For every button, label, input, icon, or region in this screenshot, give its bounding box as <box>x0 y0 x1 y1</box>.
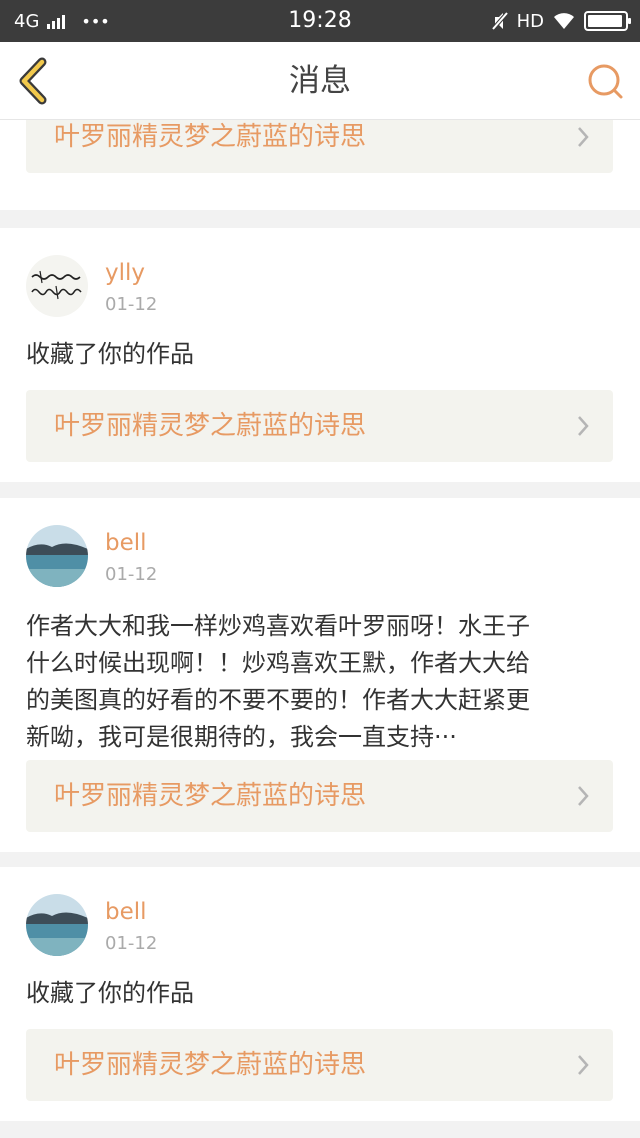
message-card: bell 01-12 收藏了你的作品 叶罗丽精灵梦之蔚蓝的诗思 <box>0 867 640 1121</box>
calligraphy-avatar-image <box>26 255 88 317</box>
landscape-avatar-image <box>26 525 88 587</box>
back-button[interactable] <box>14 56 54 106</box>
message-line: 的美图真的好看的不要不要的！作者大大赶紧更 <box>26 686 530 714</box>
status-bar: 4G ••• 19:28 HD <box>0 0 640 42</box>
wifi-icon <box>554 13 574 29</box>
work-link[interactable]: 叶罗丽精灵梦之蔚蓝的诗思 <box>26 1029 613 1101</box>
work-title: 叶罗丽精灵梦之蔚蓝的诗思 <box>54 1050 367 1080</box>
message-line: 作者大大和我一样炒鸡喜欢看叶罗丽呀！水王子 <box>26 612 530 640</box>
back-chevron-icon <box>19 57 47 105</box>
search-icon <box>588 64 623 99</box>
battery-level <box>588 15 623 27</box>
chevron-right-icon <box>578 786 589 806</box>
chevron-right-icon <box>578 1055 589 1075</box>
work-link[interactable]: 叶罗丽精灵梦之蔚蓝的诗思 <box>26 760 613 832</box>
message-card: bell 01-12 作者大大和我一样炒鸡喜欢看叶罗丽呀！水王子 什么时候出现啊… <box>0 498 640 852</box>
message-card: 叶罗丽精灵梦之蔚蓝的诗思 <box>0 120 640 210</box>
nav-bar: 消息 <box>0 42 640 120</box>
hd-label: HD <box>516 10 544 32</box>
message-text: 作者大大和我一样炒鸡喜欢看叶罗丽呀！水王子 什么时候出现啊！！炒鸡喜欢王默，作者… <box>26 608 616 756</box>
battery-icon <box>584 11 631 31</box>
message-line: 什么时候出现啊！！炒鸡喜欢王默，作者大大给 <box>26 649 530 677</box>
message-date: 01-12 <box>105 933 158 954</box>
message-date: 01-12 <box>105 564 158 585</box>
mute-icon <box>491 11 509 31</box>
message-list[interactable]: 叶罗丽精灵梦之蔚蓝的诗思 ylly 01-12 收藏了你的作品 叶罗丽精灵梦之蔚… <box>0 120 640 1138</box>
avatar[interactable] <box>26 255 88 317</box>
landscape-avatar-image <box>26 894 88 956</box>
user-name[interactable]: bell <box>105 899 147 925</box>
search-button[interactable] <box>586 62 626 102</box>
page-title: 消息 <box>289 63 351 99</box>
message-line: 新呦，我可是很期待的，我会一直支持··· <box>26 723 457 751</box>
work-link[interactable]: 叶罗丽精灵梦之蔚蓝的诗思 <box>26 120 613 173</box>
message-date: 01-12 <box>105 294 158 315</box>
work-title: 叶罗丽精灵梦之蔚蓝的诗思 <box>54 781 367 811</box>
chevron-right-icon <box>578 127 589 147</box>
work-title: 叶罗丽精灵梦之蔚蓝的诗思 <box>54 411 367 441</box>
user-name[interactable]: bell <box>105 530 147 556</box>
avatar[interactable] <box>26 894 88 956</box>
avatar[interactable] <box>26 525 88 587</box>
user-name[interactable]: ylly <box>105 260 145 286</box>
work-link[interactable]: 叶罗丽精灵梦之蔚蓝的诗思 <box>26 390 613 462</box>
work-title: 叶罗丽精灵梦之蔚蓝的诗思 <box>54 122 367 152</box>
chevron-right-icon <box>578 416 589 436</box>
message-text: 收藏了你的作品 <box>26 979 194 1007</box>
message-card: ylly 01-12 收藏了你的作品 叶罗丽精灵梦之蔚蓝的诗思 <box>0 228 640 482</box>
message-text: 收藏了你的作品 <box>26 340 194 368</box>
